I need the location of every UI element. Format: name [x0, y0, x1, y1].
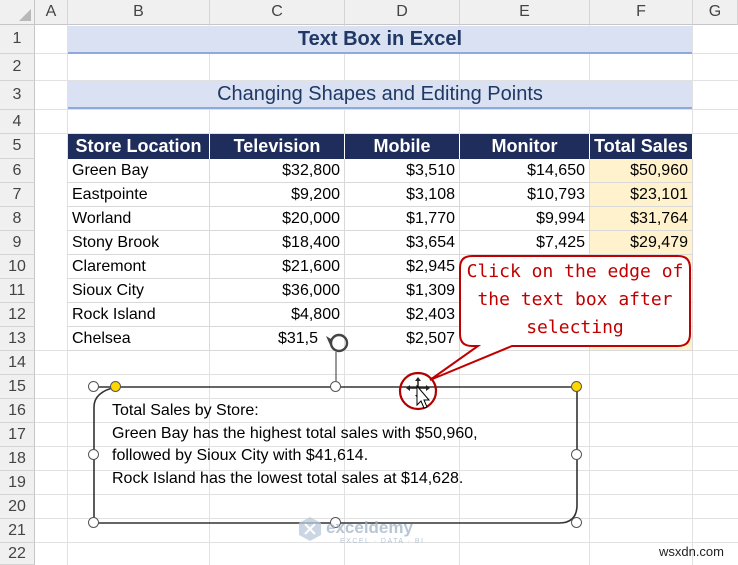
- table-cell[interactable]: Chelsea: [68, 327, 210, 351]
- table-cell[interactable]: $23,101: [590, 183, 693, 207]
- callout-line: selecting: [526, 317, 624, 338]
- table-cell[interactable]: $4,800: [210, 303, 345, 327]
- row-header-13[interactable]: 13: [0, 327, 35, 351]
- row-header-11[interactable]: 11: [0, 279, 35, 303]
- table-header-total-sales[interactable]: Total Sales: [590, 134, 693, 159]
- table-cell[interactable]: $20,000: [210, 207, 345, 231]
- resize-handle-bottom-left[interactable]: [88, 517, 99, 528]
- table-cell[interactable]: Eastpointe: [68, 183, 210, 207]
- textbox-line: Rock Island has the lowest total sales a…: [112, 469, 464, 487]
- sheet-title[interactable]: Text Box in Excel: [68, 26, 692, 54]
- row-header-5[interactable]: 5: [0, 134, 35, 159]
- table-cell[interactable]: $2,945: [345, 255, 460, 279]
- table-cell[interactable]: $32,800: [210, 159, 345, 183]
- gridline: [35, 398, 738, 399]
- table-header-mobile[interactable]: Mobile: [345, 134, 460, 159]
- table-cell[interactable]: $14,650: [460, 159, 590, 183]
- column-header-a[interactable]: A: [35, 0, 68, 25]
- watermark-name: exceldemy: [326, 518, 413, 537]
- row-header-9[interactable]: 9: [0, 231, 35, 255]
- resize-handle-top[interactable]: [330, 381, 341, 392]
- row-header-3[interactable]: 3: [0, 81, 35, 110]
- table-cell[interactable]: $2,403: [345, 303, 460, 327]
- row-header-4[interactable]: 4: [0, 110, 35, 134]
- textbox-line: followed by Sioux City with $41,614.: [112, 447, 369, 464]
- row-header-12[interactable]: 12: [0, 303, 35, 327]
- table-cell[interactable]: $2,507: [345, 327, 460, 351]
- table-cell[interactable]: $36,000: [210, 279, 345, 303]
- resize-handle-left[interactable]: [88, 449, 99, 460]
- row-header-20[interactable]: 20: [0, 495, 35, 519]
- shape-adjust-handle[interactable]: [571, 381, 582, 392]
- column-header-e[interactable]: E: [460, 0, 590, 25]
- table-header-television[interactable]: Television: [210, 134, 345, 159]
- column-header-b[interactable]: B: [68, 0, 210, 25]
- table-cell[interactable]: Rock Island: [68, 303, 210, 327]
- table-cell[interactable]: $18,400: [210, 231, 345, 255]
- table-cell[interactable]: $21,600: [210, 255, 345, 279]
- table-cell[interactable]: Sioux City: [68, 279, 210, 303]
- table-cell[interactable]: Worland: [68, 207, 210, 231]
- resize-handle-bottom-right[interactable]: [571, 517, 582, 528]
- table-cell[interactable]: $9,200: [210, 183, 345, 207]
- callout-text: Click on the edge of the text box after …: [466, 258, 684, 344]
- textbox-content[interactable]: Total Sales by Store: Green Bay has the …: [112, 400, 572, 490]
- table-cell[interactable]: $31,764: [590, 207, 693, 231]
- shape-adjust-handle[interactable]: [110, 381, 121, 392]
- row-header-16[interactable]: 16: [0, 399, 35, 423]
- row-header-22[interactable]: 22: [0, 543, 35, 565]
- table-cell[interactable]: Claremont: [68, 255, 210, 279]
- table-cell[interactable]: Stony Brook: [68, 231, 210, 255]
- exceldemy-logo-icon: [299, 517, 321, 541]
- table-cell[interactable]: $1,770: [345, 207, 460, 231]
- table-cell[interactable]: $29,479: [590, 231, 693, 255]
- sheet-subtitle[interactable]: Changing Shapes and Editing Points: [68, 81, 692, 109]
- row-header-18[interactable]: 18: [0, 447, 35, 471]
- row-header-19[interactable]: 19: [0, 471, 35, 495]
- table-cell[interactable]: $3,108: [345, 183, 460, 207]
- gridline: [35, 109, 738, 110]
- gridline: [35, 374, 738, 375]
- table-cell[interactable]: $3,510: [345, 159, 460, 183]
- table-header-monitor[interactable]: Monitor: [460, 134, 590, 159]
- row-header-8[interactable]: 8: [0, 207, 35, 231]
- table-cell[interactable]: $9,994: [460, 207, 590, 231]
- row-header-6[interactable]: 6: [0, 159, 35, 183]
- row-header-10[interactable]: 10: [0, 255, 35, 279]
- watermark: exceldemy EXCEL · DATA · BI: [298, 516, 423, 547]
- row-header-7[interactable]: 7: [0, 183, 35, 207]
- gridline: [35, 494, 738, 495]
- row-header-2[interactable]: 2: [0, 54, 35, 81]
- row-header-1[interactable]: 1: [0, 25, 35, 54]
- table-cell[interactable]: $10,793: [460, 183, 590, 207]
- column-header-g[interactable]: G: [693, 0, 738, 25]
- select-all-corner[interactable]: [0, 0, 35, 25]
- table-cell[interactable]: $1,309: [345, 279, 460, 303]
- column-header-f[interactable]: F: [590, 0, 693, 25]
- column-header-c[interactable]: C: [210, 0, 345, 25]
- textbox-line: Total Sales by Store:: [112, 402, 259, 419]
- column-header-d[interactable]: D: [345, 0, 460, 25]
- watermark-tagline: EXCEL · DATA · BI: [340, 538, 425, 545]
- callout-line: the text box after: [477, 289, 673, 310]
- resize-handle-right[interactable]: [571, 449, 582, 460]
- table-cell[interactable]: $50,960: [590, 159, 693, 183]
- textbox-line: Green Bay has the highest total sales wi…: [112, 424, 478, 442]
- table-cell[interactable]: $7,425: [460, 231, 590, 255]
- callout-line: Click on the edge of: [466, 261, 684, 282]
- site-credit: wsxdn.com: [658, 544, 724, 559]
- resize-handle-top-left[interactable]: [88, 381, 99, 392]
- row-header-15[interactable]: 15: [0, 375, 35, 399]
- table-cell[interactable]: Green Bay: [68, 159, 210, 183]
- table-header-store-location[interactable]: Store Location: [68, 134, 210, 159]
- table-cell[interactable]: $31,5: [210, 327, 345, 351]
- row-header-14[interactable]: 14: [0, 351, 35, 375]
- row-header-21[interactable]: 21: [0, 519, 35, 543]
- table-cell[interactable]: $3,654: [345, 231, 460, 255]
- row-header-17[interactable]: 17: [0, 423, 35, 447]
